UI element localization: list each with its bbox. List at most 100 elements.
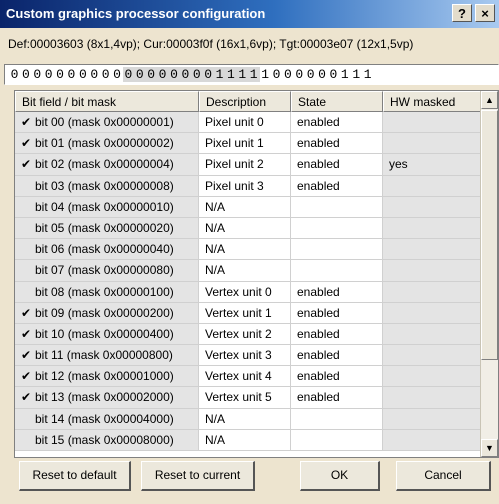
reset-to-default-button[interactable]: Reset to default xyxy=(19,461,131,491)
bit-digit: 0 xyxy=(78,67,88,82)
ok-button[interactable]: OK xyxy=(300,461,380,491)
bit-digit: 0 xyxy=(145,67,158,82)
bit-field-label: bit 05 (mask 0x00000020) xyxy=(35,220,174,235)
table-row[interactable]: bit 03 (mask 0x00000008) Pixel unit 3 enab… xyxy=(15,175,482,197)
description-cell: Vertex unit 0 xyxy=(199,281,291,303)
bit-field-cell[interactable]: bit 04 (mask 0x00000010) xyxy=(15,196,199,218)
vertical-scrollbar[interactable]: ▲ ▼ xyxy=(480,91,498,457)
bit-field-cell[interactable]: bit 07 (mask 0x00000080) xyxy=(15,260,199,282)
state-cell: enabled xyxy=(291,387,383,409)
state-cell xyxy=(291,217,383,240)
state-cell: enabled xyxy=(291,323,383,346)
hw-masked-cell xyxy=(383,366,482,388)
bit-field-cell[interactable]: ✔ bit 00 (mask 0x00000001) xyxy=(15,112,199,134)
bit-digit: 0 xyxy=(67,67,76,82)
description-cell: Pixel unit 0 xyxy=(199,112,291,134)
bit-digit: 0 xyxy=(318,67,327,82)
table-row[interactable]: bit 15 (mask 0x00008000) N/A xyxy=(15,429,482,451)
table-row[interactable]: ✔ bit 10 (mask 0x00000400) Vertex unit 2 en… xyxy=(15,323,482,346)
bit-field-cell[interactable]: ✔ bit 12 (mask 0x00001000) xyxy=(15,366,199,388)
close-button[interactable]: × xyxy=(475,4,495,22)
cancel-button[interactable]: Cancel xyxy=(396,461,491,491)
bit-field-label: bit 10 (mask 0x00000400) xyxy=(35,326,174,341)
state-cell xyxy=(291,196,383,218)
checkmark-icon[interactable]: ✔ xyxy=(17,115,35,129)
table-row[interactable]: ✔ bit 09 (mask 0x00000200) Vertex unit 1 en… xyxy=(15,302,482,324)
gpu-config-summary: Def:00003603 (8x1,4vp); Cur:00003f0f (16… xyxy=(8,37,414,51)
table-row[interactable]: bit 06 (mask 0x00000040) N/A xyxy=(15,239,482,261)
state-cell: enabled xyxy=(291,302,383,324)
hw-masked-cell xyxy=(383,345,482,367)
table-row[interactable]: bit 14 (mask 0x00004000) N/A xyxy=(15,408,482,430)
bit-mask-strip: 00000000000000000011111000000111 xyxy=(4,64,499,85)
bit-field-label: bit 14 (mask 0x00004000) xyxy=(35,411,174,426)
table-row[interactable]: ✔ bit 12 (mask 0x00001000) Vertex unit 4 en… xyxy=(15,366,482,388)
bit-field-label: bit 02 (mask 0x00000004) xyxy=(35,157,174,172)
table-row[interactable]: bit 08 (mask 0x00000100) Vertex unit 0 ena… xyxy=(15,281,482,303)
table-header: Bit field / bit mask Description State H… xyxy=(15,91,482,112)
checkmark-icon[interactable]: ✔ xyxy=(17,390,35,404)
column-header-bit-field[interactable]: Bit field / bit mask xyxy=(15,91,199,112)
config-dialog: Custom graphics processor configuration … xyxy=(0,0,499,504)
bit-field-cell[interactable]: bit 15 (mask 0x00008000) xyxy=(15,429,199,451)
column-header-hw-masked[interactable]: HW masked xyxy=(383,91,482,112)
scroll-up-button[interactable]: ▲ xyxy=(481,91,498,109)
description-cell: Vertex unit 3 xyxy=(199,345,291,367)
hw-masked-cell xyxy=(383,260,482,282)
column-header-state[interactable]: State xyxy=(291,91,383,112)
hw-masked-cell xyxy=(383,239,482,261)
title-bar[interactable]: Custom graphics processor configuration … xyxy=(0,0,499,28)
bit-field-label: bit 15 (mask 0x00008000) xyxy=(35,432,174,447)
hw-masked-cell xyxy=(383,133,482,155)
state-cell: enabled xyxy=(291,366,383,388)
scroll-down-button[interactable]: ▼ xyxy=(481,439,498,457)
bit-field-cell[interactable]: ✔ bit 09 (mask 0x00000200) xyxy=(15,302,199,324)
bit-field-cell[interactable]: ✔ bit 10 (mask 0x00000400) xyxy=(15,323,199,346)
bit-field-label: bit 08 (mask 0x00000100) xyxy=(35,284,174,299)
table-row[interactable]: ✔ bit 11 (mask 0x00000800) Vertex unit 3 en… xyxy=(15,345,482,367)
bit-field-cell[interactable]: bit 14 (mask 0x00004000) xyxy=(15,408,199,430)
bit-field-cell[interactable]: ✔ bit 02 (mask 0x00000004) xyxy=(15,154,199,176)
checkmark-icon[interactable]: ✔ xyxy=(17,157,35,171)
table-row[interactable]: bit 05 (mask 0x00000020) N/A xyxy=(15,217,482,240)
bit-digit: 1 xyxy=(225,67,237,82)
bit-field-cell[interactable]: bit 08 (mask 0x00000100) xyxy=(15,281,199,303)
checkmark-icon[interactable]: ✔ xyxy=(17,348,35,362)
bit-digit: 0 xyxy=(21,67,31,82)
table-row[interactable]: ✔ bit 00 (mask 0x00000001) Pixel unit 0 ena… xyxy=(15,112,482,134)
help-button[interactable]: ? xyxy=(452,4,472,22)
column-header-description[interactable]: Description xyxy=(199,91,291,112)
description-cell: Vertex unit 2 xyxy=(199,323,291,346)
hw-masked-cell xyxy=(383,408,482,430)
table-row[interactable]: ✔ bit 13 (mask 0x00002000) Vertex unit 5 en… xyxy=(15,387,482,409)
hw-masked-cell xyxy=(383,112,482,134)
checkmark-icon[interactable]: ✔ xyxy=(17,306,35,320)
bit-field-table: Bit field / bit mask Description State H… xyxy=(14,90,499,458)
state-cell: enabled xyxy=(291,133,383,155)
description-cell: Vertex unit 5 xyxy=(199,387,291,409)
checkmark-icon[interactable]: ✔ xyxy=(17,369,35,383)
bit-field-cell[interactable]: bit 06 (mask 0x00000040) xyxy=(15,239,199,261)
checkmark-icon[interactable]: ✔ xyxy=(17,136,35,150)
description-cell: Vertex unit 4 xyxy=(199,366,291,388)
table-row[interactable]: bit 04 (mask 0x00000010) N/A xyxy=(15,196,482,218)
bit-digit: 1 xyxy=(261,67,270,82)
bit-field-cell[interactable]: bit 03 (mask 0x00000008) xyxy=(15,175,199,197)
bit-digit: 1 xyxy=(236,67,249,82)
table-row[interactable]: ✔ bit 02 (mask 0x00000004) Pixel unit 2 ena… xyxy=(15,154,482,176)
reset-to-current-button[interactable]: Reset to current xyxy=(141,461,255,491)
bit-field-cell[interactable]: ✔ bit 13 (mask 0x00002000) xyxy=(15,387,199,409)
bit-digit: 0 xyxy=(168,67,180,82)
table-row[interactable]: bit 07 (mask 0x00000080) N/A xyxy=(15,260,482,282)
hw-masked-cell xyxy=(383,281,482,303)
bit-field-cell[interactable]: ✔ bit 11 (mask 0x00000800) xyxy=(15,345,199,367)
bit-field-label: bit 07 (mask 0x00000080) xyxy=(35,263,174,278)
bit-digit: 1 xyxy=(248,67,260,82)
bit-field-cell[interactable]: bit 05 (mask 0x00000020) xyxy=(15,217,199,240)
scroll-thumb[interactable] xyxy=(481,110,498,360)
checkmark-icon[interactable]: ✔ xyxy=(17,327,35,341)
bit-field-cell[interactable]: ✔ bit 01 (mask 0x00000002) xyxy=(15,133,199,155)
state-cell xyxy=(291,239,383,261)
state-cell xyxy=(291,429,383,451)
table-row[interactable]: ✔ bit 01 (mask 0x00000002) Pixel unit 1 ena… xyxy=(15,133,482,155)
